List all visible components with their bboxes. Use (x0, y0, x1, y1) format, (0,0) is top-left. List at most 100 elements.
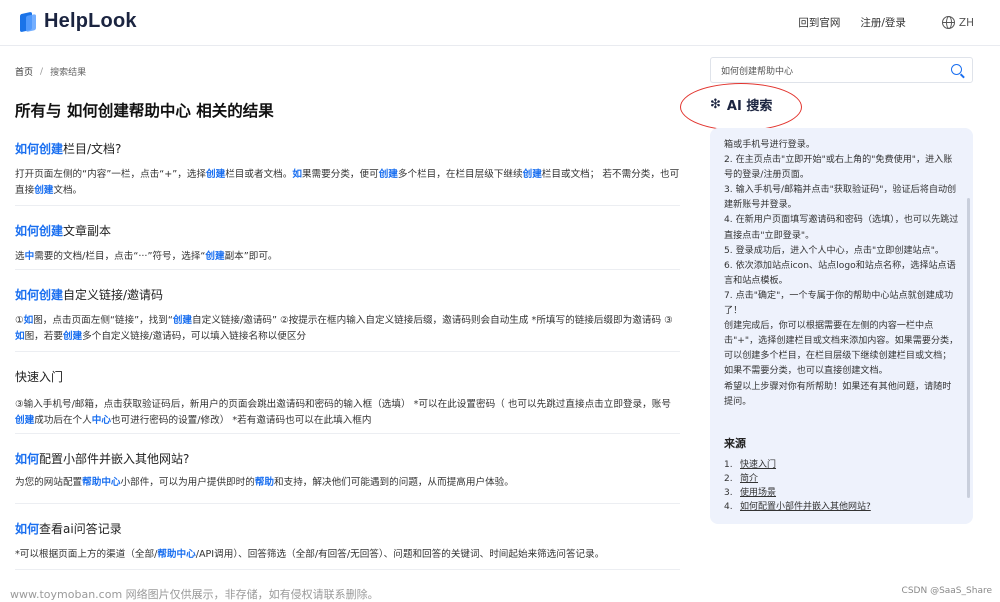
logo-icon (20, 11, 38, 33)
highlighted-term: 帮助中心 (82, 477, 121, 488)
result-snippet: ③输入手机号/邮箱，点击获取验证码后，新用户的页面会跳出邀请码和密码的输入框（选… (15, 397, 680, 429)
ai-answer-line: 箱或手机号进行登录。 (724, 140, 815, 150)
highlighted-term: 创建 (206, 169, 226, 180)
source-link[interactable]: 如何配置小部件并嵌入其他网站? (740, 502, 871, 512)
highlighted-term: 如 (15, 331, 25, 342)
language-switcher[interactable]: ZH (941, 16, 974, 29)
highlighted-term: 创建 (62, 331, 83, 342)
text-segment: 果需要分类，便可 (301, 169, 379, 180)
text-segment: 文章副本 (63, 224, 112, 238)
text-segment: 小部件，可以为用户提供即时的 (120, 477, 255, 488)
globe-icon (941, 16, 955, 29)
source-item: 2. 简介 (724, 472, 871, 486)
result-title[interactable]: 如何创建自定义链接/邀请码 (15, 286, 680, 303)
text-segment: 图，若要 (24, 331, 63, 342)
highlighted-term: 创建 (378, 169, 398, 180)
watermark-text: www.toymoban.com 网络图片仅供展示，非存储，如有侵权请联系删除。 (10, 588, 379, 601)
result-title[interactable]: 如何创建文章副本 (15, 222, 680, 239)
text-segment: *可以根据页面上方的渠道（全部/ (15, 549, 158, 560)
highlighted-term: 如何 (15, 522, 40, 536)
text-segment: 成功后在个人 (34, 415, 92, 426)
text-segment: /API调用）、回答筛选（全部/有回答/无回答）、问题和回答的关键词、时间起始来… (195, 549, 605, 560)
highlighted-term: 创建 (205, 251, 225, 262)
source-number: 3. (724, 488, 733, 498)
highlighted-term: 创建 (172, 315, 193, 326)
text-segment: 为您的网站配置 (15, 477, 83, 488)
search-input[interactable] (711, 58, 941, 82)
back-to-site-link[interactable]: 回到官网 (798, 15, 840, 30)
ai-answer-panel: 箱或手机号进行登录。 2. 在主页点击"立即开始"或右上角的"免费使用"，进入账号… (710, 128, 973, 524)
helplook-logo[interactable]: HelpLook (20, 10, 137, 33)
result-snippet: ①如图，点击页面左侧“链接”，找到“创建自定义链接/邀请码” ②按提示在框内输入… (15, 313, 680, 345)
text-segment: 配置小部件并嵌入其他网站? (39, 452, 190, 466)
ai-answer-line: 创建完成后，你可以根据需要在左侧的内容一栏中点击"+"，选择创建栏目或文档来添加… (724, 321, 959, 377)
result-item[interactable]: 如何创建自定义链接/邀请码 ①如图，点击页面左侧“链接”，找到“创建自定义链接/邀… (15, 270, 680, 352)
result-title[interactable]: 如何查看ai问答记录 (15, 520, 680, 537)
text-segment: 栏目/文档? (63, 142, 122, 156)
text-segment: 图，点击页面左侧“链接”，找到“ (33, 315, 173, 326)
ai-answer-line: 7. 点击"确定"，一个专属于你的帮助中心站点就创建成功了！ (724, 290, 954, 317)
logo-text: HelpLook (44, 10, 137, 32)
source-item: 4. 如何配置小部件并嵌入其他网站? (724, 500, 871, 514)
text-segment: 栏目或者文档。 (225, 169, 293, 180)
text-segment: ① (15, 315, 24, 326)
search-box (710, 57, 973, 83)
text-segment: 打开页面左侧的“内容”一栏，点击“+”，选择 (15, 169, 207, 180)
result-title[interactable]: 如何创建栏目/文档? (15, 140, 680, 157)
header-nav: 回到官网 注册/登录 ZH (778, 15, 974, 30)
text-segment: 多个栏目，在栏目层级下继续 (397, 169, 523, 180)
highlighted-term: 创建 (34, 185, 54, 196)
source-link[interactable]: 使用场景 (740, 488, 776, 498)
breadcrumb-separator: / (40, 66, 44, 77)
text-segment: 多个自定义链接/邀请码，可以填入链接名称以便区分 (82, 331, 307, 342)
source-number: 4. (724, 502, 733, 512)
panel-scrollbar[interactable] (967, 198, 970, 498)
text-segment: 文档。 (53, 185, 83, 196)
search-icon[interactable] (951, 64, 962, 75)
result-title[interactable]: 如何配置小部件并嵌入其他网站? (15, 450, 680, 467)
text-segment: 和支持，解决他们可能遇到的问题，从而提高用户体验。 (274, 477, 514, 488)
result-snippet: 为您的网站配置帮助中心小部件，可以为用户提供即时的帮助和支持，解决他们可能遇到的… (15, 475, 680, 491)
highlighted-term: 中心 (91, 415, 111, 426)
ai-answer-line: 4. 在新用户页面填写邀请码和密码（选填），也可以先跳过直接点击"立即登录"。 (724, 215, 959, 241)
source-link[interactable]: 简介 (740, 474, 758, 484)
result-item[interactable]: 如何创建栏目/文档? 打开页面左侧的“内容”一栏，点击“+”，选择创建栏目或者文档… (15, 136, 680, 206)
highlighted-term: 如 (23, 315, 34, 326)
ai-answer-line: 2. 在主页点击"立即开始"或右上角的"免费使用"，进入账号的登录/注册页面。 (724, 155, 953, 181)
sources-title: 来源 (724, 437, 746, 450)
highlighted-term: 如何 (15, 452, 40, 466)
result-title[interactable]: 快速入门 (15, 368, 680, 385)
register-login-link[interactable]: 注册/登录 (860, 15, 906, 30)
highlighted-term: 创建 (522, 169, 542, 180)
result-item[interactable]: 如何创建文章副本 选中需要的文档/栏目，点击“···”符号，选择“创建副本”即可。 (15, 206, 680, 270)
text-segment: ③输入手机号/邮箱，点击获取验证码后，新用户的页面会跳出邀请码和密码的输入框（选… (15, 399, 671, 410)
red-annotation-circle (680, 83, 802, 131)
breadcrumb-home[interactable]: 首页 (15, 65, 33, 78)
source-item: 3. 使用场景 (724, 486, 871, 500)
result-snippet: *可以根据页面上方的渠道（全部/帮助中心/API调用）、回答筛选（全部/有回答/… (15, 547, 680, 563)
result-snippet: 打开页面左侧的“内容”一栏，点击“+”，选择创建栏目或者文档。如果需要分类，便可… (15, 167, 680, 199)
highlighted-term: 帮助中心 (157, 549, 196, 560)
highlighted-term: 如何创建 (15, 142, 64, 156)
top-navigation-bar: HelpLook 回到官网 注册/登录 ZH (0, 0, 1000, 46)
source-item: 1. 快速入门 (724, 458, 871, 472)
result-item[interactable]: 如何配置小部件并嵌入其他网站? 为您的网站配置帮助中心小部件，可以为用户提供即时的… (15, 434, 680, 504)
breadcrumb-current: 搜索结果 (50, 68, 87, 78)
breadcrumb: 首页 / 搜索结果 (15, 65, 87, 79)
language-label: ZH (958, 16, 974, 29)
text-segment: 也可进行密码的设置/修改） *若有邀请码也可以在此填入框内 (110, 415, 372, 426)
result-item[interactable]: 快速入门 ③输入手机号/邮箱，点击获取验证码后，新用户的页面会跳出邀请码和密码的输… (15, 352, 680, 434)
search-results-list: 如何创建栏目/文档? 打开页面左侧的“内容”一栏，点击“+”，选择创建栏目或者文档… (15, 136, 680, 570)
highlighted-term: 创建 (15, 415, 35, 426)
highlighted-term: 如何创建 (15, 224, 64, 238)
result-item[interactable]: 如何查看ai问答记录 *可以根据页面上方的渠道（全部/帮助中心/API调用）、回答… (15, 504, 680, 570)
csdn-watermark: CSDN @SaaS_Share (901, 586, 992, 596)
text-segment: 快速入门 (15, 370, 64, 384)
sources-list: 1. 快速入门 2. 简介 3. 使用场景 4. 如何配置小部件并嵌入其他网站? (724, 458, 871, 514)
ai-answer-line: 6. 依次添加站点icon、站点logo和站点名称，选择站点语言和站点模板。 (724, 260, 956, 286)
highlighted-term: 帮助 (254, 477, 275, 488)
ai-answer-text: 箱或手机号进行登录。 2. 在主页点击"立即开始"或右上角的"免费使用"，进入账号… (724, 138, 960, 410)
ai-answer-line: 3. 输入手机号/邮箱并点击"获取验证码"，验证后将自动创建新账号并登录。 (724, 185, 957, 211)
source-link[interactable]: 快速入门 (740, 460, 776, 470)
highlighted-term: 如何创建 (15, 288, 64, 302)
